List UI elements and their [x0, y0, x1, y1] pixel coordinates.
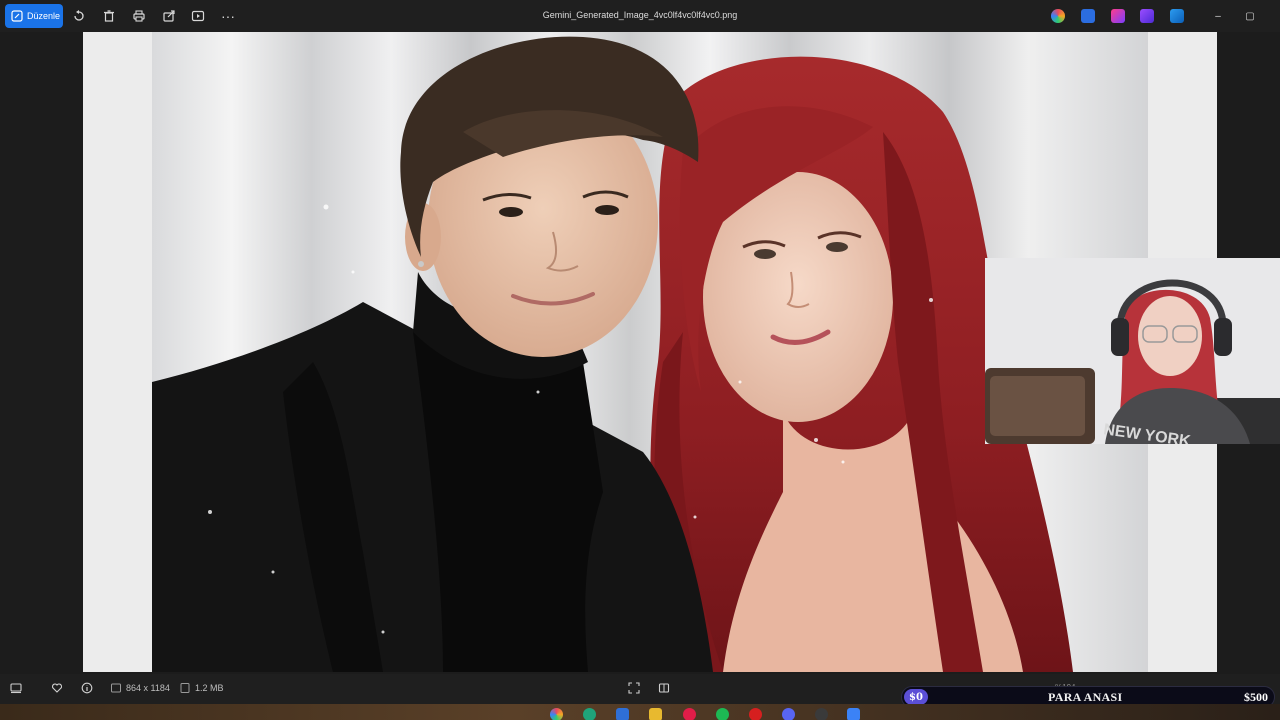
edit-icon	[11, 10, 23, 22]
obs-taskbar-icon[interactable]	[815, 708, 828, 720]
designer-icon[interactable]	[1081, 9, 1095, 23]
clipchamp-icon[interactable]	[1140, 9, 1154, 23]
fit-button[interactable]	[628, 682, 640, 694]
pinterest-taskbar-icon[interactable]	[683, 708, 696, 720]
file-size-icon	[180, 683, 190, 693]
print-button[interactable]	[129, 6, 149, 26]
webcam-overlay: NEW YORK	[985, 258, 1280, 444]
slideshow-icon	[191, 10, 205, 22]
delete-button[interactable]	[99, 6, 119, 26]
restore-icon: ▢	[1245, 10, 1255, 22]
minimize-button[interactable]: –	[1210, 8, 1226, 24]
share-icon	[163, 10, 175, 22]
filmstrip-toggle[interactable]	[10, 682, 22, 694]
photos-taskbar-icon[interactable]	[847, 708, 860, 720]
explorer-taskbar-icon[interactable]	[649, 708, 662, 720]
info-button[interactable]	[81, 682, 93, 694]
slideshow-button[interactable]	[188, 6, 208, 26]
restore-button[interactable]: ▢	[1242, 8, 1258, 24]
edit-button-label: Düzenle	[27, 11, 61, 21]
dimensions-info: 864 x 1184	[110, 682, 170, 694]
delete-icon	[104, 10, 114, 22]
photos-app-window: Düzenle ··· Gemini_Generated_Image_4vc0l…	[0, 0, 1280, 720]
goal-title: PARA ANASI	[1048, 690, 1123, 704]
rotate-icon	[74, 10, 84, 21]
discord-taskbar-icon[interactable]	[782, 708, 795, 720]
creative-icon[interactable]	[1111, 9, 1125, 23]
filesize-info: 1.2 MB	[179, 682, 224, 694]
image-dimensions: 864 x 1184	[126, 683, 170, 693]
edge-taskbar-icon[interactable]	[583, 708, 596, 720]
more-icon: ···	[221, 8, 235, 24]
favorite-button[interactable]	[51, 682, 63, 694]
heart-icon	[51, 683, 63, 693]
goal-current: $0	[904, 689, 928, 705]
goal-target: $500	[1244, 690, 1268, 704]
compare-icon	[658, 683, 670, 693]
copilot-icon[interactable]	[1051, 9, 1065, 23]
share-button[interactable]	[159, 6, 179, 26]
webcam-feed: NEW YORK	[985, 258, 1280, 444]
image-size-icon	[111, 683, 121, 693]
info-icon	[81, 682, 93, 694]
onedrive-icon[interactable]	[1170, 9, 1184, 23]
spotify-taskbar-icon[interactable]	[716, 708, 729, 720]
edit-button[interactable]: Düzenle	[5, 4, 63, 28]
copilot-taskbar-icon[interactable]	[550, 708, 563, 720]
toolbar: Düzenle ··· Gemini_Generated_Image_4vc0l…	[0, 0, 1280, 32]
opera-taskbar-icon[interactable]	[749, 708, 762, 720]
taskbar	[0, 704, 1280, 720]
store-taskbar-icon[interactable]	[616, 708, 629, 720]
file-size: 1.2 MB	[195, 683, 224, 693]
print-icon	[133, 10, 145, 22]
minimize-icon: –	[1215, 10, 1221, 22]
fit-to-window-icon	[628, 682, 640, 694]
rotate-button[interactable]	[69, 6, 89, 26]
filmstrip-icon	[10, 683, 22, 694]
more-button[interactable]: ···	[218, 6, 238, 26]
compare-button[interactable]	[658, 682, 670, 694]
